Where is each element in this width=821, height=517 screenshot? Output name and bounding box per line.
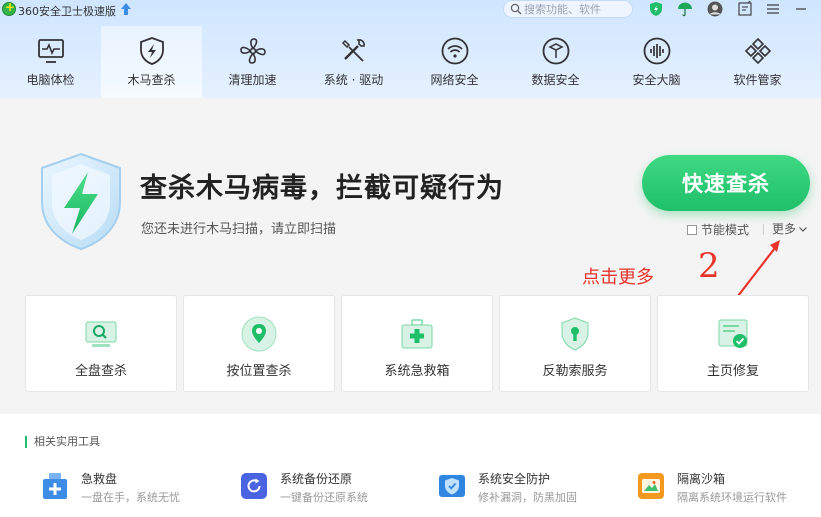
app-logo-icon (2, 0, 16, 16)
card-label: 主页修复 (706, 364, 759, 379)
menu-icon[interactable] (765, 1, 781, 17)
nav-label: 网络安全 (430, 73, 479, 87)
nav-label: 清理加速 (228, 73, 277, 87)
feedback-icon[interactable] (737, 1, 753, 17)
hero-panel: 查杀木马病毒，拦截可疑行为 您还未进行木马扫描，请立即扫描 快速查杀 节能模式 … (0, 98, 821, 297)
annotation-number: 2 (698, 246, 720, 286)
nav-label: 软件管家 (733, 73, 782, 87)
card-homepage-repair[interactable]: 主页修复 (657, 295, 809, 392)
shield-keyhole-icon (561, 317, 589, 351)
card-label: 按位置查杀 (226, 364, 292, 379)
fan-icon (239, 38, 266, 64)
app-title: 360安全卫士极速版 (18, 5, 116, 18)
quick-scan-button[interactable]: 快速查杀 (642, 155, 810, 211)
disk-search-icon (85, 321, 117, 347)
data-cube-icon (542, 37, 569, 65)
minimize-icon[interactable] (793, 1, 809, 17)
homepage-repair-icon (718, 319, 748, 348)
avatar-icon[interactable] (707, 1, 723, 17)
card-label: 反勒索服务 (542, 364, 608, 379)
chevron-down-icon (799, 226, 807, 232)
related-tools: 相关实用工具 急救盘 一盘在手，系统无忧 系统备份还原 一键备份还原系统 系统安… (0, 414, 821, 517)
software-grid-icon (744, 37, 771, 65)
annotation-text: 点击更多 (582, 267, 654, 288)
nav-item-pc-checkup[interactable]: 电脑体检 (0, 26, 101, 98)
sound-wave-icon (643, 37, 670, 65)
nav-item-network-security[interactable]: 网络安全 (404, 26, 505, 98)
location-pin-icon (241, 316, 277, 352)
tool-name: 系统备份还原 (280, 472, 353, 486)
search-input[interactable] (524, 2, 628, 16)
tool-cards: 全盘查杀 按位置查杀 系统急救箱 反勒索服务 主页修复 (25, 295, 810, 392)
first-aid-kit-icon (401, 319, 433, 349)
tool-desc: 一键备份还原系统 (280, 491, 368, 504)
more-button[interactable]: 更多 (772, 220, 808, 237)
tool-name: 系统安全防护 (478, 472, 551, 486)
tool-desc: 隔离系统环境运行软件 (677, 491, 787, 504)
nav-item-security-brain[interactable]: 安全大脑 (606, 26, 707, 98)
tool-system-backup[interactable]: 系统备份还原 一键备份还原系统 (240, 470, 410, 506)
nav-item-software-manager[interactable]: 软件管家 (707, 26, 808, 98)
nav-item-trojan-scan[interactable]: 木马查杀 (101, 26, 202, 98)
nav-label: 电脑体检 (26, 73, 75, 87)
card-scan-by-location[interactable]: 按位置查杀 (183, 295, 335, 392)
monitor-pulse-icon (37, 39, 64, 63)
usb-plus-icon (43, 473, 67, 499)
card-full-scan[interactable]: 全盘查杀 (25, 295, 177, 392)
umbrella-icon[interactable] (677, 1, 693, 17)
shield-status-icon[interactable] (648, 1, 664, 17)
sandbox-icon (638, 473, 664, 499)
nav-label: 木马查杀 (127, 73, 176, 87)
divider (763, 224, 764, 235)
related-tools-title: 相关实用工具 (25, 436, 100, 448)
search-icon (510, 3, 522, 15)
tool-desc: 一盘在手，系统无忧 (81, 491, 180, 504)
tool-desc: 修补漏洞，防黑加固 (478, 491, 577, 504)
header: 360安全卫士极速版 (0, 0, 821, 98)
wrench-icon (341, 39, 365, 62)
nav-item-cleanup[interactable]: 清理加速 (202, 26, 303, 98)
nav-label: 安全大脑 (632, 73, 681, 87)
tool-isolation-sandbox[interactable]: 隔离沙箱 隔离系统环境运行软件 (637, 470, 812, 506)
hero-subtext: 您还未进行木马扫描，请立即扫描 (141, 222, 337, 237)
nav-label: 数据安全 (531, 73, 580, 87)
card-label: 全盘查杀 (74, 364, 127, 379)
main-nav: 电脑体检 木马查杀 清理加速 系统 · 驱动 网络安全 数据安全 安全大脑 软件… (0, 26, 821, 98)
shield-bolt-icon (139, 37, 164, 65)
backup-restore-icon (241, 473, 267, 499)
more-label: 更多 (772, 222, 797, 236)
card-label: 系统急救箱 (384, 364, 450, 379)
nav-item-data-security[interactable]: 数据安全 (505, 26, 606, 98)
hero-headline: 查杀木马病毒，拦截可疑行为 (140, 173, 504, 204)
tool-rescue-disk[interactable]: 急救盘 一盘在手，系统无忧 (41, 470, 201, 506)
power-save-checkbox[interactable] (687, 224, 697, 235)
card-system-rescue-kit[interactable]: 系统急救箱 (341, 295, 493, 392)
tool-name: 急救盘 (81, 472, 118, 486)
wifi-icon (441, 37, 468, 65)
trojan-shield-icon (41, 152, 121, 251)
shield-protection-icon (439, 475, 465, 497)
card-anti-ransomware[interactable]: 反勒索服务 (499, 295, 651, 392)
search-box[interactable] (503, 0, 633, 18)
title-bar: 360安全卫士极速版 (0, 0, 821, 20)
tool-system-protection[interactable]: 系统安全防护 修补漏洞，防黑加固 (438, 470, 608, 506)
tool-name: 隔离沙箱 (677, 472, 726, 486)
nav-item-system-driver[interactable]: 系统 · 驱动 (303, 26, 404, 98)
nav-label: 系统 · 驱动 (323, 73, 384, 87)
annotation-arrow-icon (737, 240, 780, 297)
upgrade-arrow-icon[interactable] (120, 2, 132, 16)
